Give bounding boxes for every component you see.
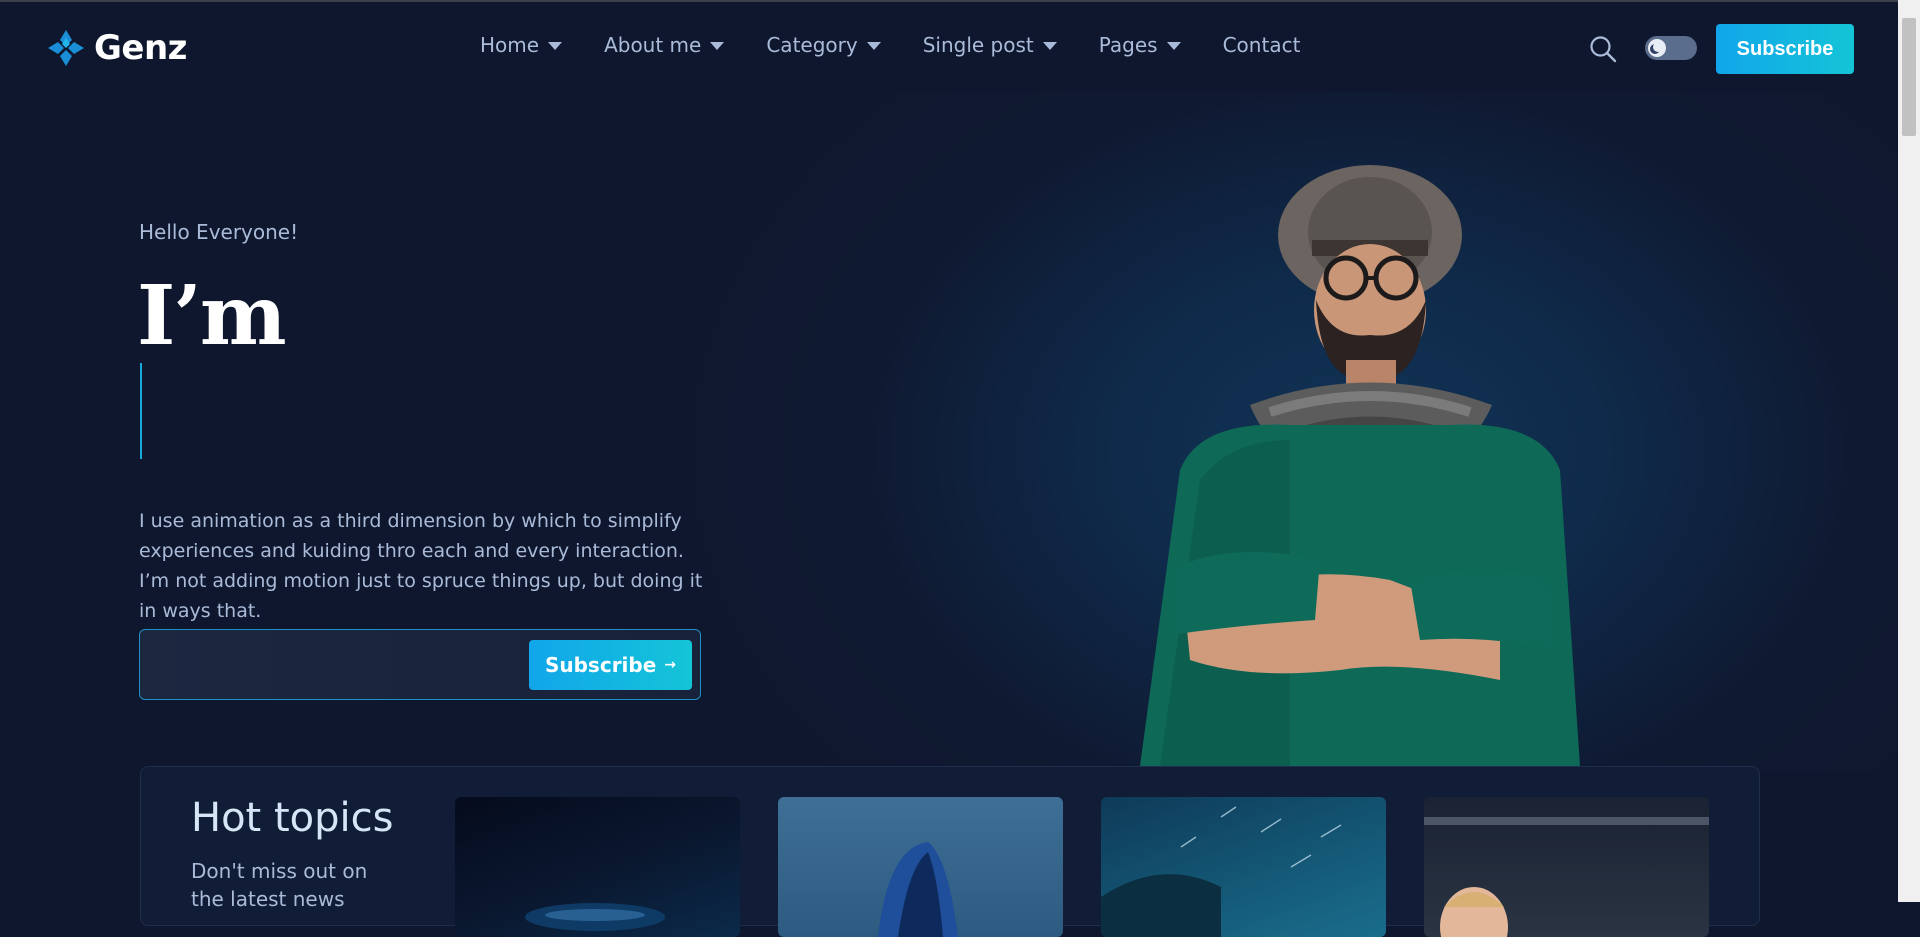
hero-headline: I’m bbox=[137, 268, 287, 364]
topic-card[interactable] bbox=[1101, 797, 1386, 937]
nav-item-label: Category bbox=[766, 33, 858, 57]
hero-greeting: Hello Everyone! bbox=[139, 220, 299, 244]
caret-down-icon bbox=[866, 42, 881, 50]
nav-item-label: About me bbox=[604, 33, 702, 57]
caret-down-icon bbox=[710, 42, 725, 50]
subscribe-form: Subscribe → bbox=[139, 629, 701, 700]
topic-card-image bbox=[878, 842, 958, 937]
topic-card[interactable] bbox=[1424, 797, 1709, 937]
nav-item-contact[interactable]: Contact bbox=[1223, 33, 1301, 57]
topic-card[interactable] bbox=[455, 797, 740, 937]
theme-toggle[interactable] bbox=[1645, 36, 1697, 60]
topic-card-image bbox=[1101, 806, 1342, 937]
scrollbar-thumb[interactable] bbox=[1902, 18, 1916, 136]
hero-subscribe-label: Subscribe bbox=[544, 653, 657, 677]
caret-down-icon bbox=[548, 42, 563, 50]
typing-cursor bbox=[140, 363, 142, 459]
nav-item-single-post[interactable]: Single post bbox=[923, 33, 1057, 57]
topic-card[interactable] bbox=[778, 797, 1063, 937]
nav-item-label: Home bbox=[480, 33, 540, 57]
caret-down-icon bbox=[1166, 42, 1181, 50]
hero-portrait-image bbox=[1140, 165, 1580, 766]
logo-icon bbox=[48, 30, 84, 66]
hot-topics-section: Hot topics Don't miss out on the latest … bbox=[140, 766, 1760, 937]
nav-item-pages[interactable]: Pages bbox=[1099, 33, 1181, 57]
hot-topics-title: Hot topics bbox=[191, 795, 394, 841]
hot-topics-subtitle: Don't miss out on the latest news bbox=[191, 859, 368, 911]
nav-item-home[interactable]: Home bbox=[480, 33, 563, 57]
caret-down-icon bbox=[1042, 42, 1057, 50]
logo[interactable]: Genz bbox=[44, 26, 187, 70]
brand-name: Genz bbox=[94, 28, 187, 68]
moon-icon bbox=[1653, 42, 1663, 52]
header-subscribe-button[interactable]: Subscribe bbox=[1716, 24, 1854, 74]
hero-subscribe-button[interactable]: Subscribe → bbox=[529, 640, 692, 690]
hero-description: I use animation as a third dimension by … bbox=[139, 510, 703, 622]
nav-item-category[interactable]: Category bbox=[766, 33, 881, 57]
email-input[interactable] bbox=[152, 642, 516, 689]
nav-item-about-me[interactable]: About me bbox=[604, 33, 725, 57]
arrow-right-icon: → bbox=[664, 657, 677, 673]
topic-card-image bbox=[1424, 817, 1709, 937]
site-header: Genz Home About me Category Single post … bbox=[0, 2, 1898, 92]
search-icon[interactable] bbox=[1588, 34, 1618, 64]
topic-card-image bbox=[525, 903, 665, 931]
nav-item-label: Pages bbox=[1098, 33, 1158, 57]
main-nav: Home About me Category Single post Pages… bbox=[480, 33, 1342, 57]
nav-item-label: Single post bbox=[922, 33, 1034, 57]
nav-item-label: Contact bbox=[1222, 33, 1301, 57]
